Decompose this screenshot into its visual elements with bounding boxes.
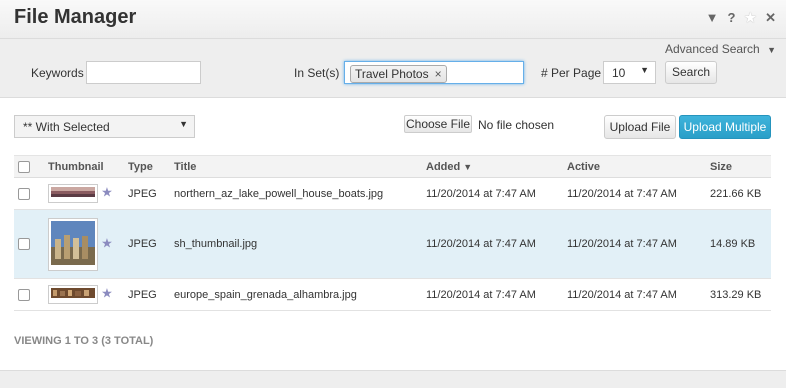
col-type[interactable]: Type — [124, 155, 170, 178]
title-cell[interactable]: sh_thumbnail.jpg — [170, 209, 422, 279]
row-checkbox[interactable] — [18, 238, 30, 251]
dropdown-caret-icon: ▼ — [640, 65, 649, 75]
keywords-input[interactable] — [86, 61, 201, 84]
sets-label: In Set(s) — [294, 66, 340, 80]
sh-thumbnail — [51, 220, 95, 265]
window-controls: ▼ ? ★ ✕ — [706, 10, 776, 26]
upload-file-button[interactable]: Upload File — [604, 115, 676, 139]
set-tag-label: Travel Photos — [355, 67, 429, 81]
table-row[interactable]: ★ JPEG europe_spain_grenada_alhambra.jpg… — [14, 278, 771, 311]
actions-bar: ** With Selected ▼ Choose File No file c… — [0, 98, 786, 154]
title-cell[interactable]: northern_az_lake_powell_house_boats.jpg — [170, 177, 422, 210]
sets-input[interactable]: Travel Photos × — [344, 61, 524, 84]
pagination-summary: VIEWING 1 TO 3 (3 TOTAL) — [14, 335, 154, 347]
table-row[interactable]: ★ JPEG northern_az_lake_powell_house_boa… — [14, 177, 771, 210]
row-checkbox[interactable] — [18, 288, 30, 301]
table-row[interactable]: ★ JPEG sh_thumbnail.jpg 11/20/2014 at 7:… — [14, 209, 771, 279]
thumbnail-cell: ★ — [44, 209, 124, 279]
choose-file-button[interactable]: Choose File — [404, 115, 472, 133]
thumbnail-image[interactable] — [48, 217, 98, 271]
thumbnail-cell: ★ — [44, 177, 124, 210]
keywords-label: Keywords — [31, 66, 84, 80]
size-cell: 221.66 KB — [706, 177, 771, 210]
active-cell: 11/20/2014 at 7:47 AM — [563, 278, 706, 311]
alhambra-thumbnail — [51, 288, 95, 298]
with-selected-select[interactable]: ** With Selected ▼ — [14, 115, 195, 138]
row-select-cell — [14, 278, 44, 311]
no-file-text: No file chosen — [478, 118, 555, 132]
active-cell: 11/20/2014 at 7:47 AM — [563, 209, 706, 279]
search-button[interactable]: Search — [665, 61, 717, 84]
advanced-search-label[interactable]: Advanced Search — [665, 42, 760, 56]
type-cell: JPEG — [124, 278, 170, 311]
sort-desc-icon: ▼ — [463, 161, 473, 172]
collapse-icon[interactable]: ▼ — [706, 10, 719, 26]
thumbnail-cell: ★ — [44, 278, 124, 311]
title-cell[interactable]: europe_spain_grenada_alhambra.jpg — [170, 278, 422, 311]
favorite-star-icon[interactable]: ★ — [101, 235, 113, 250]
tag-remove-icon[interactable]: × — [435, 67, 442, 81]
with-selected-value: ** With Selected — [23, 120, 110, 134]
col-title[interactable]: Title — [170, 155, 422, 178]
bottom-bar — [0, 370, 786, 388]
added-cell: 11/20/2014 at 7:47 AM — [422, 278, 563, 311]
added-cell: 11/20/2014 at 7:47 AM — [422, 209, 563, 279]
active-cell: 11/20/2014 at 7:47 AM — [563, 177, 706, 210]
per-page-value: 10 — [612, 66, 626, 80]
col-added[interactable]: Added ▼ — [422, 155, 563, 178]
per-page-select[interactable]: 10 ▼ — [603, 61, 656, 84]
col-added-label[interactable]: Added — [426, 161, 460, 173]
row-select-cell — [14, 209, 44, 279]
upload-multiple-button[interactable]: Upload Multiple — [679, 115, 771, 139]
advanced-search-toggle[interactable]: Advanced Search ▼ — [665, 42, 776, 56]
size-cell: 14.89 KB — [706, 209, 771, 279]
file-table: Thumbnail Type Title Added ▼ Active Size… — [14, 155, 771, 311]
chevron-down-icon: ▼ — [767, 45, 776, 55]
help-icon[interactable]: ? — [727, 10, 735, 26]
row-checkbox[interactable] — [18, 187, 30, 200]
row-select-cell — [14, 177, 44, 210]
close-icon[interactable]: ✕ — [765, 10, 776, 26]
size-cell: 313.29 KB — [706, 278, 771, 311]
favorite-star-icon[interactable]: ★ — [101, 184, 113, 199]
filter-bar: Advanced Search ▼ Keywords In Set(s) Tra… — [0, 39, 786, 98]
favorite-star-icon[interactable]: ★ — [744, 10, 756, 26]
window-title: File Manager — [14, 6, 137, 28]
select-all-cell — [14, 155, 44, 178]
select-all-checkbox[interactable] — [18, 160, 30, 173]
thumbnail-image[interactable] — [48, 285, 98, 304]
type-cell: JPEG — [124, 209, 170, 279]
title-bar: File Manager ▼ ? ★ ✕ — [0, 0, 786, 39]
favorite-star-icon[interactable]: ★ — [101, 285, 113, 300]
added-cell: 11/20/2014 at 7:47 AM — [422, 177, 563, 210]
per-page-label: # Per Page — [541, 66, 602, 80]
col-thumbnail: Thumbnail — [44, 155, 124, 178]
col-size[interactable]: Size — [706, 155, 771, 178]
thumbnail-image[interactable] — [48, 184, 98, 203]
set-tag: Travel Photos × — [350, 65, 447, 83]
lake-powell-thumbnail — [51, 187, 95, 197]
dropdown-caret-icon: ▼ — [179, 119, 188, 129]
type-cell: JPEG — [124, 177, 170, 210]
col-active[interactable]: Active — [563, 155, 706, 178]
